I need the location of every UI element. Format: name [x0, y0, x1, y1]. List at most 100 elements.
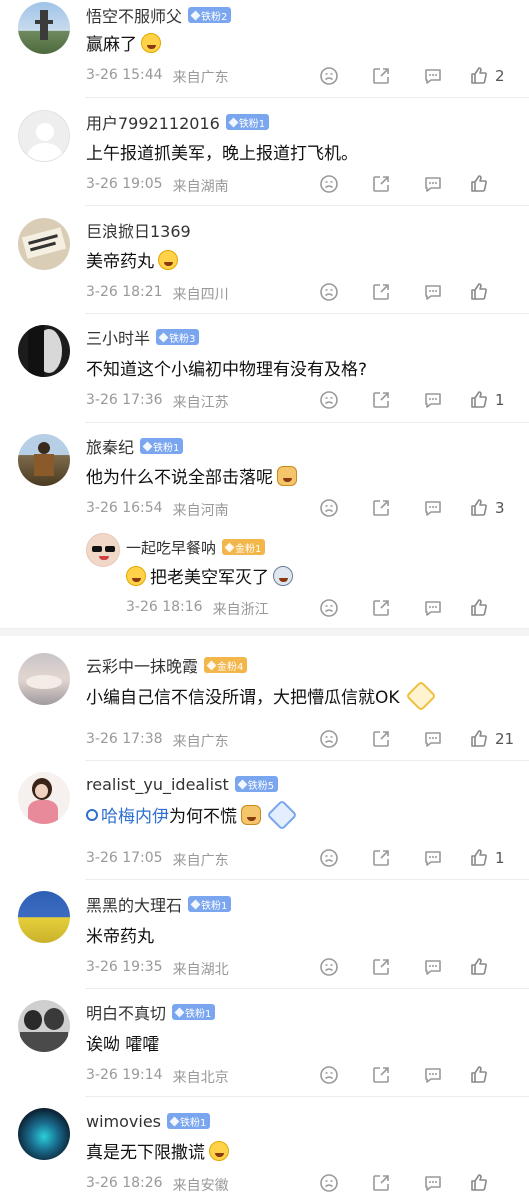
username[interactable]: 明白不真切 — [86, 1000, 166, 1024]
like-button[interactable] — [459, 1171, 515, 1195]
diamond-icon — [142, 441, 153, 451]
username[interactable]: 悟空不服师父 — [86, 3, 182, 27]
share-button[interactable] — [355, 496, 407, 520]
avatar[interactable] — [18, 218, 70, 270]
dislike-button[interactable] — [303, 727, 355, 751]
username[interactable]: realist_yu_idealist — [86, 775, 229, 794]
username[interactable]: 用户7992112016 — [86, 110, 220, 134]
dislike-button[interactable] — [303, 596, 355, 620]
username[interactable]: 一起吃早餐呐 — [126, 537, 216, 558]
dislike-face-icon — [320, 1066, 338, 1084]
username[interactable]: wimovies — [86, 1112, 161, 1131]
share-button[interactable] — [355, 280, 407, 304]
comment-text: 不知道这个小编初中物理有没有及格? — [86, 355, 367, 380]
location: 来自北京 — [172, 1070, 229, 1086]
timestamp: 3-26 15:44 — [86, 67, 163, 83]
dislike-button[interactable] — [303, 64, 355, 88]
avatar[interactable] — [18, 772, 70, 824]
divider — [85, 97, 529, 98]
thumbs-up-icon — [471, 958, 487, 975]
like-button[interactable]: 1 — [459, 388, 515, 412]
thumbs-up-icon — [471, 1174, 487, 1191]
fan-badge: 铁粉1 — [167, 1113, 211, 1129]
reply-button[interactable] — [407, 1171, 459, 1195]
share-button[interactable] — [355, 727, 407, 751]
avatar[interactable] — [18, 325, 70, 377]
share-button[interactable] — [355, 955, 407, 979]
avatar[interactable] — [18, 653, 70, 705]
comment-text: 把老美空军灭了 — [126, 563, 293, 588]
dislike-button[interactable] — [303, 280, 355, 304]
share-button[interactable] — [355, 846, 407, 870]
dislike-button[interactable] — [303, 846, 355, 870]
like-button[interactable] — [459, 172, 515, 196]
like-button[interactable] — [459, 955, 515, 979]
like-count: 1 — [495, 849, 505, 867]
location: 来自江苏 — [172, 395, 229, 411]
avatar[interactable] — [18, 891, 70, 943]
badge-label: 铁粉1 — [238, 118, 266, 130]
reply-button[interactable] — [407, 1063, 459, 1087]
diamond-icon — [158, 332, 169, 342]
section-divider — [0, 628, 529, 636]
like-button[interactable]: 3 — [459, 496, 515, 520]
avatar[interactable] — [18, 2, 70, 54]
timestamp: 3-26 18:26 — [86, 1175, 163, 1191]
location: 来自广东 — [172, 734, 229, 750]
comment-bubble-icon — [425, 393, 441, 408]
avatar[interactable] — [18, 434, 70, 486]
location: 来自河南 — [172, 503, 229, 519]
like-count: 21 — [495, 730, 515, 748]
reply-button[interactable] — [407, 64, 459, 88]
location: 来自广东 — [172, 853, 229, 869]
reply-button[interactable] — [407, 596, 459, 620]
doge-emoji-icon — [277, 465, 297, 486]
username[interactable]: 黑黑的大理石 — [86, 892, 182, 916]
like-button[interactable]: 21 — [459, 727, 515, 751]
username[interactable]: 旅秦纪 — [86, 434, 134, 458]
dislike-button[interactable] — [303, 388, 355, 412]
username[interactable]: 云彩中一抹晚霞 — [86, 653, 198, 677]
like-button[interactable]: 2 — [459, 64, 515, 88]
fan-badge: 铁粉1 — [172, 1004, 216, 1020]
share-button[interactable] — [355, 1171, 407, 1195]
dislike-button[interactable] — [303, 1171, 355, 1195]
avatar[interactable] — [18, 1000, 70, 1052]
avatar[interactable] — [18, 110, 70, 162]
share-button[interactable] — [355, 1063, 407, 1087]
badge-label: 铁粉1 — [180, 1117, 207, 1129]
share-icon — [373, 392, 389, 408]
reply-button[interactable] — [407, 496, 459, 520]
reply-button[interactable] — [407, 172, 459, 196]
laughing-emoji-icon — [141, 32, 161, 53]
topic-link[interactable]: 哈梅内伊 — [86, 802, 169, 827]
dislike-button[interactable] — [303, 496, 355, 520]
reply-button[interactable] — [407, 727, 459, 751]
dislike-button[interactable] — [303, 172, 355, 196]
dislike-face-icon — [320, 499, 338, 517]
reply-avatar[interactable] — [86, 533, 120, 567]
timestamp: 3-26 17:38 — [86, 731, 163, 747]
share-button[interactable] — [355, 64, 407, 88]
avatar[interactable] — [18, 1108, 70, 1160]
reply-button[interactable] — [407, 955, 459, 979]
comment-bubble-icon — [425, 1068, 441, 1083]
comment-body: 真是无下限撒谎 — [86, 1143, 205, 1163]
dislike-button[interactable] — [303, 1063, 355, 1087]
comment-bubble-icon — [425, 601, 441, 616]
like-button[interactable] — [459, 280, 515, 304]
username[interactable]: 三小时半 — [86, 325, 150, 349]
like-button[interactable] — [459, 1063, 515, 1087]
reply-button[interactable] — [407, 846, 459, 870]
reply-button[interactable] — [407, 388, 459, 412]
comment-bubble-icon — [425, 501, 441, 516]
reply-button[interactable] — [407, 280, 459, 304]
badge-label: 铁粉1 — [185, 1008, 212, 1020]
like-button[interactable] — [459, 596, 515, 620]
share-button[interactable] — [355, 172, 407, 196]
like-button[interactable]: 1 — [459, 846, 515, 870]
username[interactable]: 巨浪掀日1369 — [86, 218, 191, 242]
dislike-button[interactable] — [303, 955, 355, 979]
share-button[interactable] — [355, 596, 407, 620]
share-button[interactable] — [355, 388, 407, 412]
